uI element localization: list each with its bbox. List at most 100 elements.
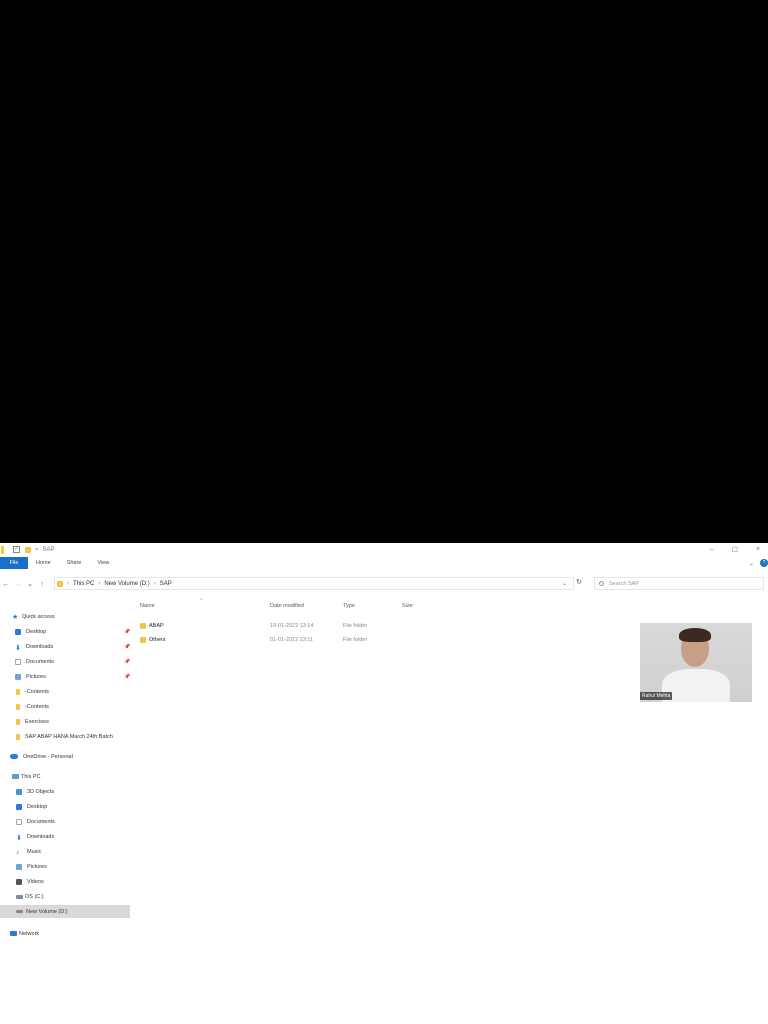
sidebar-item-os-c[interactable]: OS (C:) bbox=[16, 890, 146, 903]
sidebar-item-label: Exercises bbox=[25, 718, 49, 725]
sidebar-item-label: -Contents bbox=[25, 703, 49, 710]
breadcrumb-this-pc[interactable]: This PC bbox=[73, 581, 94, 587]
breadcrumb-separator-icon: › bbox=[67, 580, 69, 587]
sidebar-item-network[interactable]: Network bbox=[10, 927, 140, 940]
refresh-icon[interactable]: ↻ bbox=[576, 578, 582, 586]
sidebar-item-desktop[interactable]: Desktop 📌 bbox=[15, 625, 145, 638]
sidebar-item-pc-documents[interactable]: Documents bbox=[16, 815, 146, 828]
column-header-name[interactable]: Name bbox=[140, 603, 155, 609]
sidebar-item-contents[interactable]: -Contents bbox=[16, 685, 146, 698]
webcam-name-label: Rahul Mehta bbox=[640, 692, 673, 700]
search-box[interactable]: Search SAP bbox=[594, 577, 764, 590]
sidebar-item-downloads[interactable]: ⬇ Downloads 📌 bbox=[15, 640, 145, 653]
sidebar-item-label: New Volume (D:) bbox=[26, 908, 68, 915]
tab-file[interactable]: File bbox=[0, 557, 28, 569]
up-arrow-icon[interactable]: ↑ bbox=[36, 581, 48, 588]
folder-icon bbox=[1, 545, 4, 554]
column-header-date-modified[interactable]: Date modified bbox=[270, 603, 304, 609]
column-header-type[interactable]: Type bbox=[343, 603, 355, 609]
picture-icon bbox=[16, 863, 22, 870]
cloud-icon bbox=[10, 754, 18, 759]
sidebar-item-label: Downloads bbox=[27, 833, 55, 840]
navigation-pane: ★ Quick access Desktop 📌 ⬇ Downloads 📌 D… bbox=[0, 609, 132, 1024]
breadcrumb-new-volume[interactable]: New Volume (D:) bbox=[104, 581, 149, 587]
sidebar-item-label: Desktop bbox=[27, 803, 48, 810]
window-title: SAP bbox=[42, 546, 55, 553]
computer-icon bbox=[12, 774, 19, 779]
document-icon bbox=[16, 818, 22, 825]
breadcrumb-separator-icon: › bbox=[153, 580, 156, 587]
column-header-size[interactable]: Size bbox=[402, 603, 413, 609]
address-dropdown-icon[interactable]: ⌄ bbox=[562, 580, 567, 587]
pin-icon[interactable]: 📌 bbox=[124, 674, 130, 680]
pin-icon[interactable]: 📌 bbox=[124, 629, 130, 635]
recent-locations-chevron-icon[interactable]: ⌄ bbox=[24, 580, 36, 588]
file-name: ABAP bbox=[149, 623, 164, 629]
tab-home[interactable]: Home bbox=[28, 557, 59, 569]
breadcrumb-separator-icon: › bbox=[98, 580, 101, 587]
ribbon-tabs: File Home Share View ⌄ ? bbox=[0, 557, 768, 569]
file-row-others[interactable]: Others 01-01-2022 23:11 File folder bbox=[140, 634, 440, 646]
sidebar-item-label: Documents bbox=[26, 658, 54, 665]
folder-icon bbox=[16, 733, 20, 740]
sidebar-item-new-volume-d[interactable]: New Volume (D:) bbox=[0, 905, 130, 918]
folder-icon bbox=[140, 623, 146, 629]
file-date: 19-01-2022 13:14 bbox=[270, 623, 314, 629]
folder-icon bbox=[140, 637, 146, 643]
sidebar-item-label: Network bbox=[19, 930, 40, 937]
sidebar-item-quick-access[interactable]: ★ Quick access bbox=[12, 610, 142, 623]
sidebar-item-this-pc[interactable]: This PC bbox=[12, 770, 142, 783]
sidebar-item-documents[interactable]: Documents 📌 bbox=[15, 655, 145, 668]
expand-ribbon-icon[interactable]: ⌄ bbox=[749, 560, 754, 567]
search-input[interactable]: Search SAP bbox=[609, 581, 639, 587]
sidebar-item-pc-downloads[interactable]: ⬇ Downloads bbox=[16, 830, 146, 843]
sidebar-item-pc-desktop[interactable]: Desktop bbox=[16, 800, 146, 813]
minimize-button[interactable]: – bbox=[710, 546, 714, 553]
help-icon[interactable]: ? bbox=[760, 559, 768, 567]
sidebar-item-label: Videos bbox=[27, 878, 44, 885]
file-row-abap[interactable]: ABAP 19-01-2022 13:14 File folder bbox=[140, 620, 440, 632]
folder-icon bbox=[57, 580, 63, 587]
file-type: File folder bbox=[343, 623, 368, 629]
sidebar-item-exercises[interactable]: Exercises bbox=[16, 715, 146, 728]
file-name: Others bbox=[149, 637, 166, 643]
sidebar-item-label: -Contents bbox=[25, 688, 49, 695]
file-type: File folder bbox=[343, 637, 368, 643]
sidebar-item-label: Documents bbox=[27, 818, 55, 825]
sidebar-item-label: This PC bbox=[21, 773, 41, 780]
quick-access-toolbar-dropdown-icon[interactable]: = bbox=[35, 547, 39, 553]
breadcrumb-sap[interactable]: SAP bbox=[160, 581, 172, 587]
sidebar-item-label: Quick access bbox=[22, 613, 55, 620]
sidebar-item-contents-2[interactable]: -Contents bbox=[16, 700, 146, 713]
webcam-overlay: Rahul Mehta bbox=[640, 623, 752, 702]
tab-share[interactable]: Share bbox=[59, 557, 90, 569]
folder-icon bbox=[16, 718, 20, 725]
sidebar-item-label: OneDrive - Personal bbox=[23, 753, 73, 760]
close-button[interactable]: × bbox=[756, 546, 760, 553]
sidebar-item-label: 3D Objects bbox=[27, 788, 55, 795]
sidebar-item-videos[interactable]: Videos bbox=[16, 875, 146, 888]
drive-icon bbox=[16, 910, 23, 913]
pin-icon[interactable]: 📌 bbox=[124, 644, 130, 650]
properties-icon[interactable]: ✓ bbox=[13, 546, 20, 553]
back-arrow-icon[interactable]: ← bbox=[0, 581, 12, 588]
address-row: ← → ⌄ ↑ › This PC › New Volume (D:) › SA… bbox=[0, 576, 768, 592]
picture-icon bbox=[15, 673, 21, 680]
tab-view[interactable]: View bbox=[89, 557, 117, 569]
new-folder-icon[interactable] bbox=[25, 546, 31, 553]
person-hair bbox=[679, 628, 711, 642]
video-icon bbox=[16, 878, 22, 885]
maximize-button[interactable]: ☐ bbox=[732, 546, 738, 554]
sidebar-item-sap-abap-hana[interactable]: SAP ABAP HANA March 24th Batch bbox=[16, 730, 132, 743]
address-bar[interactable]: › This PC › New Volume (D:) › SAP ⌄ bbox=[54, 577, 574, 590]
sidebar-item-onedrive[interactable]: OneDrive - Personal bbox=[10, 750, 140, 763]
sidebar-item-pc-pictures[interactable]: Pictures bbox=[16, 860, 146, 873]
forward-arrow-icon[interactable]: → bbox=[12, 581, 24, 588]
sidebar-item-music[interactable]: ♪ Music bbox=[16, 845, 146, 858]
sidebar-item-3d-objects[interactable]: 3D Objects bbox=[16, 785, 146, 798]
pin-icon[interactable]: 📌 bbox=[124, 659, 130, 665]
sidebar-item-pictures[interactable]: Pictures 📌 bbox=[15, 670, 145, 683]
sort-caret-icon: ^ bbox=[200, 598, 203, 604]
download-icon: ⬇ bbox=[15, 644, 21, 652]
file-explorer-window: ✓ = SAP – ☐ × File Home Share View ⌄ ? ←… bbox=[0, 543, 768, 1024]
